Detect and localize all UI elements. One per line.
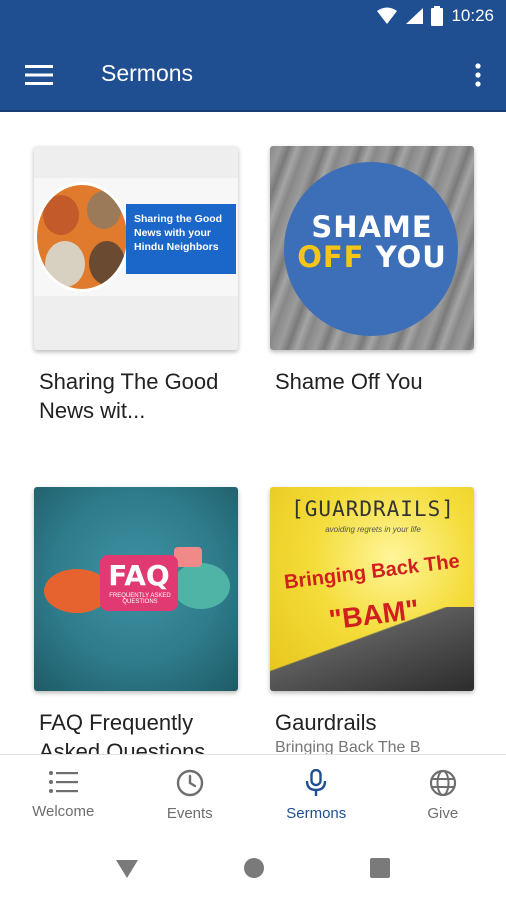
nav-item-welcome[interactable]: Welcome xyxy=(0,755,127,836)
thumbnail-title-text: SHAME OFF YOU xyxy=(270,212,474,272)
more-vertical-icon xyxy=(475,63,481,87)
sermon-title[interactable]: Sharing The Good News wit... xyxy=(39,367,239,425)
nav-item-sermons[interactable]: Sermons xyxy=(253,755,380,836)
battery-icon xyxy=(431,6,444,26)
recents-square-icon xyxy=(370,858,390,878)
sermon-card[interactable]: Sharing the Good News with your Hindu Ne… xyxy=(34,146,238,425)
thumbnail-text-you: YOU xyxy=(375,240,447,274)
sermon-card[interactable]: FAQ FREQUENTLY ASKED QUESTIONS FAQ Frequ… xyxy=(34,487,238,754)
system-navigation-bar xyxy=(0,836,506,900)
thumbnail-faq-text: FAQ xyxy=(108,559,170,592)
thumbnail-text-off-you: OFF YOU xyxy=(270,242,474,272)
sermon-thumbnail[interactable]: [GUARDRAILS] avoiding regrets in your li… xyxy=(270,487,474,691)
clock-icon xyxy=(176,769,203,797)
thumbnail-text-shame: SHAME xyxy=(311,210,433,244)
status-time: 10:26 xyxy=(451,6,494,25)
thumbnail-bringing-text: Bringing Back The xyxy=(282,550,461,594)
list-icon xyxy=(49,771,79,793)
app-bar: Sermons xyxy=(0,38,506,112)
thumbnail-text-off: OFF xyxy=(297,240,365,274)
photo-person xyxy=(89,241,125,285)
photo-person xyxy=(45,241,85,287)
globe-icon xyxy=(429,769,456,797)
home-button[interactable] xyxy=(240,854,268,882)
nav-label: Events xyxy=(166,805,213,822)
nav-item-give[interactable]: Give xyxy=(380,755,506,836)
status-icons: 10:26 xyxy=(377,6,494,26)
speech-bubble-shape xyxy=(172,563,230,609)
people-photo xyxy=(34,182,130,292)
sermon-thumbnail[interactable]: FAQ FREQUENTLY ASKED QUESTIONS xyxy=(34,487,238,691)
back-triangle-icon xyxy=(116,860,138,878)
wifi-icon xyxy=(377,7,398,24)
photo-person xyxy=(43,195,79,235)
sermon-thumbnail[interactable]: SHAME OFF YOU xyxy=(270,146,474,350)
nav-label: Sermons xyxy=(286,805,347,822)
sermon-title[interactable]: Shame Off You xyxy=(275,367,475,396)
sermon-title[interactable]: FAQ Frequently Asked Questions xyxy=(39,708,239,754)
nav-label: Give xyxy=(427,805,459,822)
thumbnail-faq-subtext: FREQUENTLY ASKED QUESTIONS xyxy=(109,593,171,605)
sermon-card[interactable]: SHAME OFF YOU Shame Off You xyxy=(270,146,474,396)
thumbnail-banner-text: Sharing the Good News with your Hindu Ne… xyxy=(126,204,236,274)
photo-person xyxy=(87,191,121,229)
thumbnail-guardrails-text: [GUARDRAILS] xyxy=(291,497,455,521)
nav-label: Welcome xyxy=(32,803,95,820)
sermon-title[interactable]: Gaurdrails xyxy=(275,708,475,737)
bottom-navigation: Welcome Events Sermons Give xyxy=(0,754,506,836)
status-bar: 10:26 xyxy=(0,0,506,38)
speech-bubble-shape xyxy=(174,547,202,567)
sermon-card[interactable]: [GUARDRAILS] avoiding regrets in your li… xyxy=(270,487,474,754)
sermon-grid: Sharing the Good News with your Hindu Ne… xyxy=(0,112,506,754)
nav-item-events[interactable]: Events xyxy=(127,755,254,836)
microphone-icon xyxy=(306,769,327,796)
back-button[interactable] xyxy=(113,854,141,882)
overflow-menu-button[interactable] xyxy=(466,58,490,92)
thumbnail-guardrails-subtext: avoiding regrets in your life xyxy=(325,525,421,534)
menu-button[interactable] xyxy=(22,60,56,90)
page-title: Sermons xyxy=(101,60,194,86)
sermon-thumbnail[interactable]: Sharing the Good News with your Hindu Ne… xyxy=(34,146,238,350)
signal-icon xyxy=(406,8,424,24)
hamburger-icon xyxy=(25,65,53,85)
recents-button[interactable] xyxy=(366,854,394,882)
home-circle-icon xyxy=(244,858,264,878)
sermon-subtitle: Bringing Back The B xyxy=(275,739,421,754)
